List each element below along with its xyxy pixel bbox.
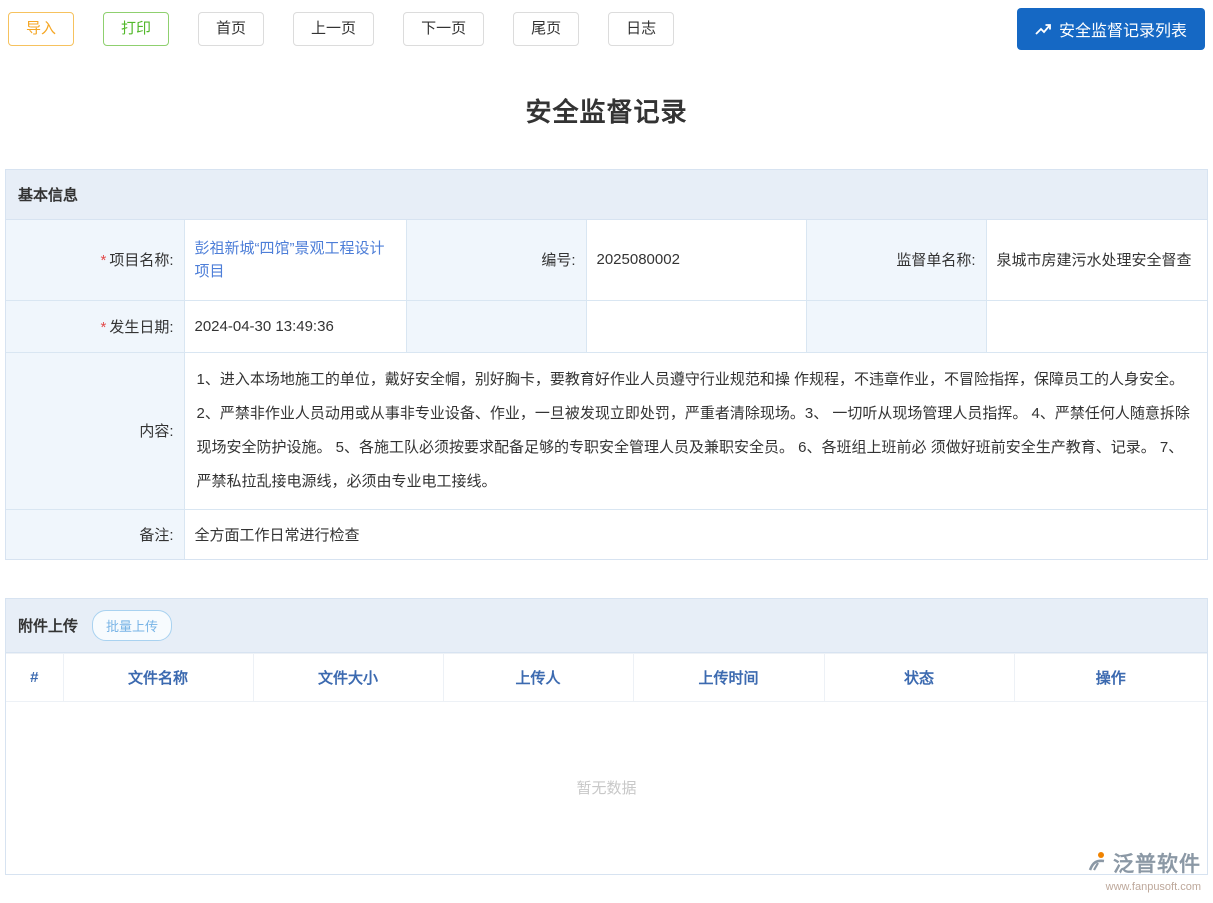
- vendor-name: 泛普软件: [1113, 853, 1201, 876]
- table-row: *发生日期: 2024-04-30 13:49:36: [6, 300, 1207, 352]
- number-label: 编号:: [406, 220, 586, 300]
- toolbar: 导入 打印 首页 上一页 下一页 尾页 日志 安全监督记录列表: [0, 0, 1213, 50]
- project-name-value: 彭祖新城“四馆”景观工程设计项目: [184, 220, 406, 300]
- empty-label-cell: [806, 300, 986, 352]
- attachments-table: # 文件名称 文件大小 上传人 上传时间 状态 操作 暂无数据: [6, 653, 1207, 874]
- attachments-title: 附件上传: [18, 615, 78, 636]
- column-actions: 操作: [1014, 654, 1207, 702]
- vendor-watermark[interactable]: 泛普软件 www.fanpusoft.com: [1085, 850, 1201, 893]
- attachments-header-row: # 文件名称 文件大小 上传人 上传时间 状态 操作: [6, 654, 1207, 702]
- project-name-link[interactable]: 彭祖新城“四馆”景观工程设计项目: [195, 240, 385, 280]
- basic-info-title: 基本信息: [18, 184, 78, 205]
- record-list-label: 安全监督记录列表: [1059, 17, 1187, 41]
- remark-value: 全方面工作日常进行检查: [184, 509, 1207, 559]
- number-value: 2025080002: [586, 220, 806, 300]
- table-row: 备注: 全方面工作日常进行检查: [6, 509, 1207, 559]
- basic-info-section: 基本信息 *项目名称: 彭祖新城“四馆”景观工程设计项目 编号: 2025080…: [5, 169, 1208, 560]
- print-button[interactable]: 打印: [103, 12, 169, 46]
- batch-upload-button[interactable]: 批量上传: [92, 610, 172, 641]
- project-name-label-text: 项目名称:: [109, 252, 173, 269]
- attachments-header: 附件上传 批量上传: [6, 599, 1207, 653]
- empty-state-row: 暂无数据: [6, 702, 1207, 874]
- prev-page-button[interactable]: 上一页: [293, 12, 374, 46]
- content-label: 内容:: [6, 352, 184, 509]
- attachments-section: 附件上传 批量上传 # 文件名称 文件大小 上传人 上传时间 状态 操作 暂无数…: [5, 598, 1208, 875]
- required-marker: *: [100, 252, 106, 269]
- project-name-label: *项目名称:: [6, 220, 184, 300]
- first-page-button[interactable]: 首页: [198, 12, 264, 46]
- table-row: 内容: 1、进入本场地施工的单位，戴好安全帽，别好胸卡，要教育好作业人员遵守行业…: [6, 352, 1207, 509]
- empty-label-cell: [406, 300, 586, 352]
- table-row: *项目名称: 彭祖新城“四馆”景观工程设计项目 编号: 2025080002 监…: [6, 220, 1207, 300]
- vendor-url: www.fanpusoft.com: [1106, 881, 1201, 893]
- required-marker: *: [100, 319, 106, 336]
- empty-value-cell: [586, 300, 806, 352]
- trend-arrow-icon: [1035, 22, 1052, 37]
- occurrence-date-label: *发生日期:: [6, 300, 184, 352]
- occurrence-date-label-text: 发生日期:: [109, 319, 173, 336]
- import-button[interactable]: 导入: [8, 12, 74, 46]
- page-title: 安全监督记录: [0, 92, 1213, 129]
- column-uploader: 上传人: [443, 654, 633, 702]
- log-button[interactable]: 日志: [608, 12, 674, 46]
- next-page-button[interactable]: 下一页: [403, 12, 484, 46]
- column-file-name: 文件名称: [63, 654, 253, 702]
- column-index: #: [6, 654, 63, 702]
- supervision-name-value: 泉城市房建污水处理安全督查: [986, 220, 1207, 300]
- remark-label: 备注:: [6, 509, 184, 559]
- last-page-button[interactable]: 尾页: [513, 12, 579, 46]
- empty-state-text: 暂无数据: [6, 702, 1207, 874]
- empty-value-cell: [986, 300, 1207, 352]
- vendor-logo-icon: [1085, 850, 1109, 879]
- basic-info-table: *项目名称: 彭祖新城“四馆”景观工程设计项目 编号: 2025080002 监…: [6, 220, 1207, 559]
- brand-row: 泛普软件: [1085, 850, 1201, 879]
- content-value: 1、进入本场地施工的单位，戴好安全帽，别好胸卡，要教育好作业人员遵守行业规范和操…: [184, 352, 1207, 509]
- record-list-button[interactable]: 安全监督记录列表: [1017, 8, 1205, 50]
- basic-info-header: 基本信息: [6, 170, 1207, 220]
- column-upload-time: 上传时间: [633, 654, 824, 702]
- column-file-size: 文件大小: [253, 654, 443, 702]
- supervision-name-label: 监督单名称:: [806, 220, 986, 300]
- column-status: 状态: [824, 654, 1014, 702]
- occurrence-date-value: 2024-04-30 13:49:36: [184, 300, 406, 352]
